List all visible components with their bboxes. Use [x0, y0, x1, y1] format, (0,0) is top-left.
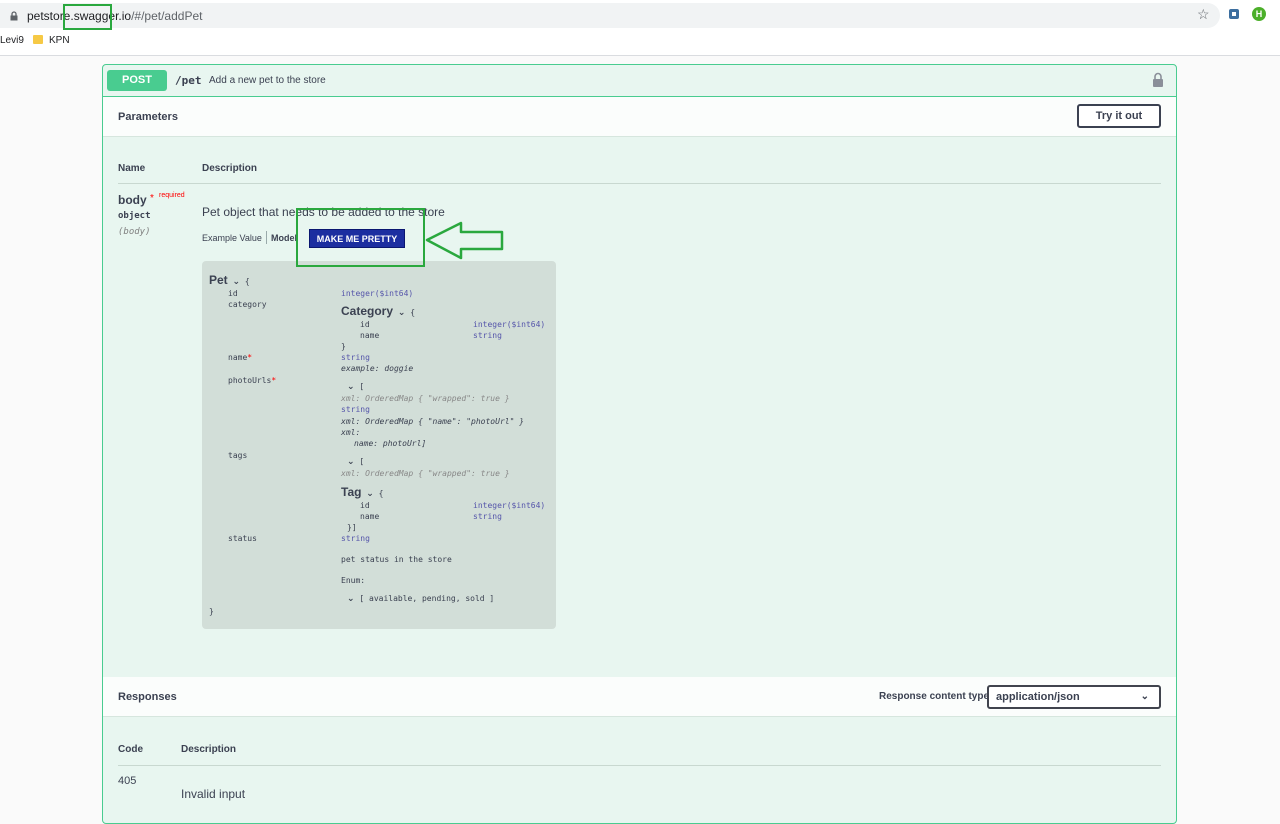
tags-close: }] — [347, 523, 357, 532]
chevron-down-icon[interactable]: ⌄ — [398, 308, 406, 318]
required-label: required — [159, 192, 185, 199]
url-text[interactable]: petstore.swagger.io/#/pet/addPet — [27, 9, 202, 23]
divider — [118, 765, 1161, 766]
tab-example-value[interactable]: Example Value — [202, 233, 262, 243]
bookmark-kpn[interactable]: KPN — [33, 35, 70, 46]
model-schema-box: Pet ⌄ { id integer($int64) category Cate… — [202, 261, 556, 629]
prop-tags: tags — [228, 451, 248, 460]
enum-label: Enum: — [341, 576, 366, 585]
model-title-pet[interactable]: Pet ⌄ { — [209, 273, 250, 287]
profile-avatar[interactable]: H — [1252, 7, 1266, 21]
divider — [118, 183, 1161, 184]
annotation-arrow-icon — [425, 221, 504, 260]
parameters-header: Parameters Try it out — [103, 97, 1176, 137]
prop-name-example: example: doggie — [341, 364, 414, 373]
method-badge: POST — [107, 70, 167, 91]
operation-path: /pet — [175, 74, 202, 87]
prop-tag-id: id — [360, 501, 370, 510]
column-name-header: Name — [118, 163, 146, 174]
chevron-down-icon[interactable]: ⌄ — [347, 594, 355, 604]
extension-icon[interactable] — [1228, 8, 1240, 20]
highlight-box-pretty-button — [296, 208, 425, 267]
chevron-down-icon[interactable]: ⌄ — [366, 489, 374, 499]
pet-close-brace: } — [209, 607, 214, 616]
response-description: Invalid input — [181, 787, 246, 801]
responses-title: Responses — [118, 691, 177, 703]
lock-icon — [10, 11, 18, 21]
column-description-header: Description — [202, 163, 258, 174]
prop-name: name* — [228, 353, 253, 362]
prop-status: status — [228, 534, 257, 543]
category-close-brace: } — [341, 342, 346, 351]
tab-model[interactable]: Model — [271, 233, 297, 243]
photourls-xml-name: xml: OrderedMap { "name": "photoUrl" } — [341, 417, 525, 426]
padlock-icon[interactable] — [1152, 72, 1164, 88]
prop-category: category — [228, 300, 267, 309]
tags-xml-wrapped: xml: OrderedMap { "wrapped": true } — [341, 469, 510, 478]
photourls-xml: xml: — [341, 428, 361, 437]
browser-chrome: petstore.swagger.io/#/pet/addPet ☆ H Lev… — [0, 0, 1280, 56]
try-it-out-button[interactable]: Try it out — [1077, 104, 1161, 128]
parameter-location: (body) — [118, 227, 151, 237]
chevron-down-icon: ⌄ — [1140, 691, 1149, 702]
response-content-type-label: Response content type — [879, 691, 990, 702]
parameter-name: body — [118, 193, 147, 207]
required-star: * — [150, 193, 154, 204]
prop-category-id: id — [360, 320, 370, 329]
tab-separator — [266, 231, 267, 244]
prop-status-description: pet status in the store — [341, 555, 452, 564]
operation-block: POST /pet Add a new pet to the store Par… — [102, 64, 1177, 824]
photourls-xml-name-value: name: photoUrl] — [354, 439, 427, 448]
bookmark-levi9[interactable]: Levi9 — [0, 35, 24, 46]
prop-status-type: string — [341, 534, 370, 543]
prop-name-type: string — [341, 353, 370, 362]
photourls-item-type: string — [341, 405, 370, 414]
prop-category-name-type: string — [473, 331, 502, 340]
response-content-type-select[interactable]: application/json ⌄ — [987, 685, 1161, 709]
prop-category-name: name — [360, 331, 380, 340]
tags-array[interactable]: ⌄ [ — [347, 457, 364, 467]
prop-tag-name: name — [360, 512, 380, 521]
photourls-xml-wrapped: xml: OrderedMap { "wrapped": true } — [341, 394, 510, 403]
response-code: 405 — [118, 775, 137, 787]
prop-tag-id-type: integer($int64) — [473, 501, 546, 510]
prop-category-id-type: integer($int64) — [473, 320, 546, 329]
prop-tag-name-type: string — [473, 512, 502, 521]
model-title-tag[interactable]: Tag ⌄ { — [341, 485, 383, 499]
chevron-down-icon[interactable]: ⌄ — [347, 382, 355, 392]
parameters-title: Parameters — [118, 111, 178, 123]
address-bar[interactable]: petstore.swagger.io/#/pet/addPet — [0, 3, 1220, 28]
star-icon[interactable]: ☆ — [1197, 7, 1210, 21]
prop-id: id — [228, 289, 238, 298]
chevron-down-icon[interactable]: ⌄ — [233, 277, 241, 287]
responses-code-header: Code — [118, 744, 143, 755]
enum-values[interactable]: ⌄ [ available, pending, sold ] — [347, 594, 494, 604]
responses-description-header: Description — [181, 744, 237, 755]
chevron-down-icon[interactable]: ⌄ — [347, 457, 355, 467]
operation-summary[interactable]: POST /pet Add a new pet to the store — [103, 65, 1176, 97]
prop-id-type: integer($int64) — [341, 289, 414, 298]
prop-photourls: photoUrls* — [228, 376, 277, 385]
photourls-array[interactable]: ⌄ [ — [347, 382, 364, 392]
highlight-box-url — [63, 4, 112, 30]
responses-header: Responses Response content type applicat… — [103, 677, 1176, 717]
model-title-category[interactable]: Category ⌄ { — [341, 304, 415, 318]
operation-summary-text: Add a new pet to the store — [209, 75, 326, 86]
folder-icon — [33, 35, 43, 44]
parameter-type: object — [118, 211, 151, 221]
